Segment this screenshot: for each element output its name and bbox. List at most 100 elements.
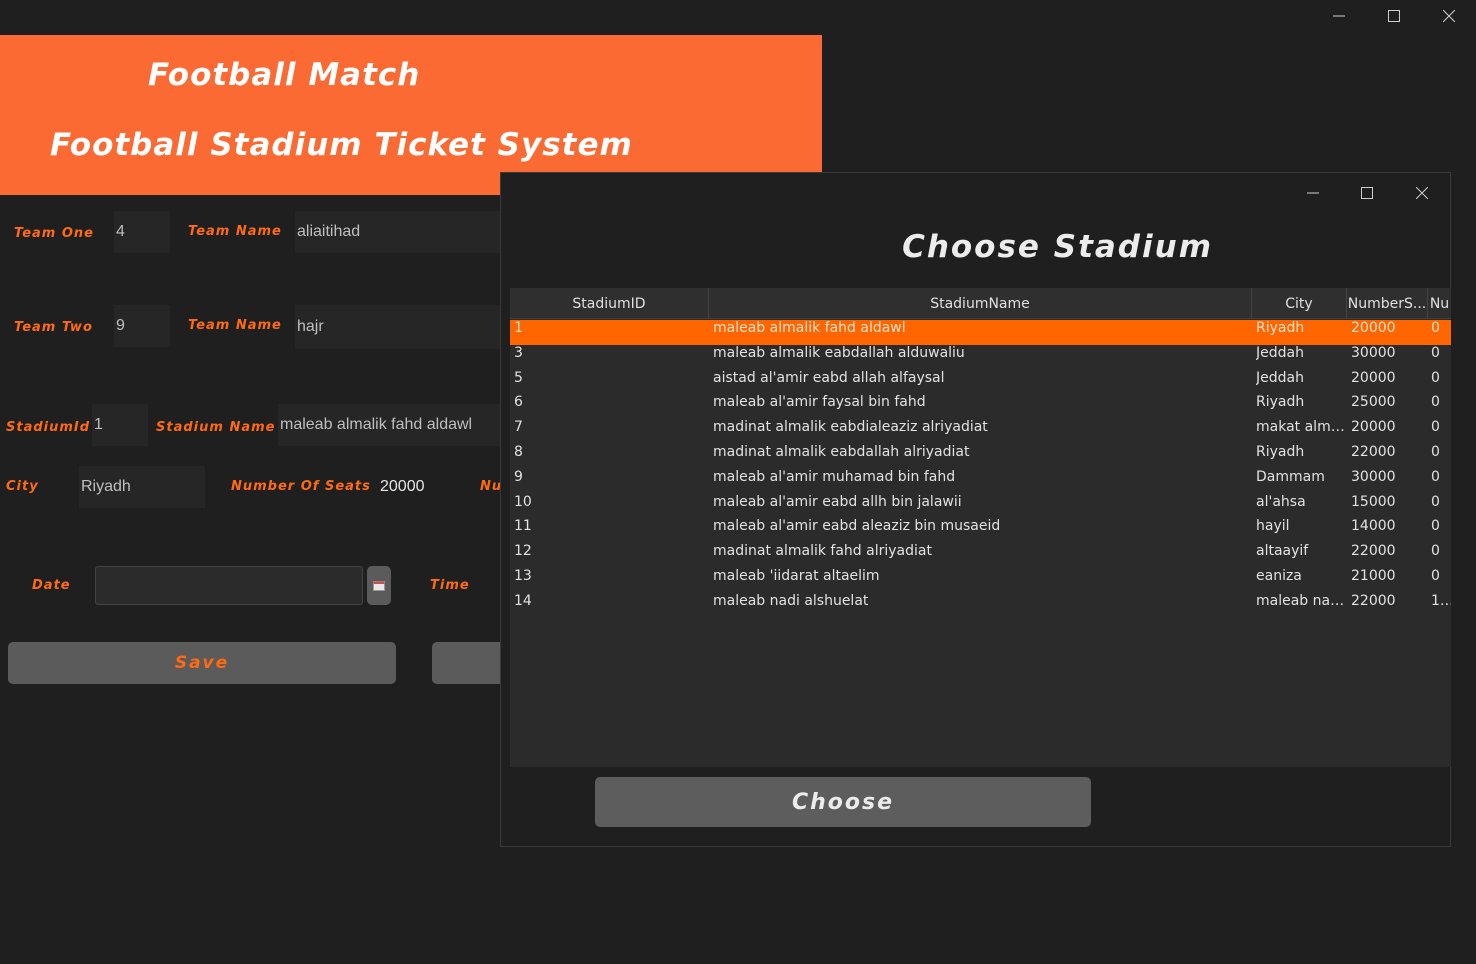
cell-stadium-name: maleab al'amir eabd aleaziz bin musaeid [713,518,1001,535]
close-icon [1443,10,1455,22]
cell-city: Riyadh [1256,444,1305,460]
dialog-minimize-button[interactable] [1290,177,1336,209]
cell-number-seats: 21000 [1351,568,1396,584]
cell-nu: 0 [1431,320,1440,336]
main-minimize-button[interactable] [1316,0,1362,32]
stadium-name-label: Stadium Name [156,420,276,435]
table-row[interactable]: 10 maleab al'amir eabd allh bin jalawii al… [510,494,1451,519]
table-row[interactable]: 3 maleab almalik eabdallah alduwaliu Jedda… [510,345,1451,370]
team-one-name-label: Team Name [188,224,282,239]
stadium-table[interactable]: StadiumID StadiumName City NumberS... Nu… [510,288,1451,767]
minimize-icon [1333,15,1345,17]
dialog-close-button[interactable] [1399,177,1445,209]
dialog-maximize-button[interactable] [1344,177,1390,209]
cell-number-seats: 25000 [1351,394,1396,411]
cell-number-seats: 20000 [1351,369,1396,386]
table-row[interactable]: 12 madinat almalik fahd alriyadiat altaayi… [510,543,1451,568]
cell-nu: 12( [1431,592,1451,609]
cell-number-seats: 20000 [1351,419,1396,436]
cell-stadium-name: maleab nadi alshuelat [713,592,869,609]
cell-nu: 0 [1431,394,1440,411]
date-picker-field[interactable] [95,566,363,605]
team-one-label: Team One [14,226,94,241]
main-maximize-button[interactable] [1371,0,1417,32]
cell-city: Riyadh [1256,320,1305,336]
column-header-stadium-name[interactable]: StadiumName [709,288,1252,319]
table-row[interactable]: 11 maleab al'amir eabd aleaziz bin musaei… [510,518,1451,543]
cell-stadium-id: 3 [514,344,523,361]
cell-city: Dammam [1256,468,1325,485]
stadium-id-field[interactable]: 1 [92,404,148,446]
number-of-seats-field[interactable]: 20000 [378,466,474,508]
app-title: Football Match [148,57,421,93]
column-header-number-seats[interactable]: NumberS... [1347,288,1428,319]
cell-nu: 0 [1431,543,1440,560]
save-button[interactable]: Save [8,642,396,684]
cell-nu: 0 [1431,344,1440,361]
cell-stadium-id: 1 [514,320,523,336]
cell-city: makat almu... [1256,419,1345,436]
table-row[interactable]: 5 aistad al'amir eabd allah alfaysal Jedda… [510,370,1451,395]
maximize-icon [1361,187,1373,199]
cell-stadium-id: 12 [514,543,532,560]
column-header-stadium-id[interactable]: StadiumID [510,288,709,319]
cell-city: Riyadh [1256,394,1305,411]
cell-nu: 0 [1431,518,1440,535]
table-row[interactable]: 1 maleab almalik fahd aldawl Riyadh 20000 0 [510,320,1451,345]
close-icon [1416,187,1428,199]
cell-stadium-id: 5 [514,369,523,386]
table-row[interactable]: 7 madinat almalik eabdialeaziz alriyadiat… [510,419,1451,444]
cell-stadium-id: 8 [514,444,523,460]
secondary-button[interactable] [432,642,500,684]
team-one-id-field[interactable]: 4 [114,211,170,253]
city-field[interactable]: Riyadh [79,466,205,508]
cell-nu: 0 [1431,568,1440,584]
column-header-nu[interactable]: Nu [1428,288,1451,319]
choose-button[interactable]: Choose [595,777,1091,827]
cell-stadium-name: maleab al'amir eabd allh bin jalawii [713,493,962,510]
cell-stadium-id: 6 [514,394,523,411]
main-close-button[interactable] [1426,0,1472,32]
cell-stadium-id: 14 [514,592,532,609]
cell-stadium-name: madinat almalik eabdialeaziz alriyadiat [713,419,988,436]
table-row[interactable]: 8 madinat almalik eabdallah alriyadiat Riy… [510,444,1451,469]
cell-city: maleab nadi... [1256,592,1345,609]
choose-stadium-dialog: Choose Stadium StadiumID StadiumName Cit… [500,172,1451,847]
table-row[interactable]: 13 maleab 'iidarat altaelim eaniza 21000 0 [510,568,1451,593]
header-banner: Football Match Football Stadium Ticket S… [0,35,822,195]
date-label: Date [32,578,71,593]
dialog-title: Choose Stadium [902,229,1213,265]
team-two-name-field[interactable]: hajr [295,305,500,349]
table-row[interactable]: 14 maleab nadi alshuelat maleab nadi... 220… [510,593,1451,618]
table-row[interactable]: 6 maleab al'amir faysal bin fahd Riyadh 250… [510,394,1451,419]
cell-stadium-id: 7 [514,419,523,436]
column-header-city[interactable]: City [1252,288,1347,319]
cell-stadium-name: madinat almalik eabdallah alriyadiat [713,444,970,460]
app-subtitle: Football Stadium Ticket System [50,127,633,163]
number-of-seats-label: Number Of Seats [231,479,371,494]
cell-number-seats: 15000 [1351,493,1396,510]
team-one-name-field[interactable]: aliaitihad [295,211,500,253]
cell-number-seats: 30000 [1351,468,1396,485]
cell-nu: 0 [1431,419,1440,436]
cell-number-seats: 22000 [1351,543,1396,560]
cell-stadium-name: maleab almalik eabdallah alduwaliu [713,344,965,361]
team-two-id-field[interactable]: 9 [114,305,170,347]
cell-nu: 0 [1431,369,1440,386]
table-header: StadiumID StadiumName City NumberS... Nu [510,288,1451,319]
date-picker-button[interactable] [367,566,391,605]
city-label: City [6,479,39,494]
cell-nu: 0 [1431,468,1440,485]
stadium-id-label: StadiumId [6,420,91,435]
team-two-name-label: Team Name [188,318,282,333]
table-row[interactable]: 9 maleab al'amir muhamad bin fahd Dammam 30… [510,469,1451,494]
cell-city: Jeddah [1256,344,1304,361]
cell-nu: 0 [1431,444,1440,460]
maximize-icon [1388,10,1400,22]
calendar-icon [373,581,385,591]
cell-number-seats: 22000 [1351,592,1396,609]
cell-stadium-id: 13 [514,568,532,584]
time-label: Time [430,578,470,593]
partial-number-label: Nu [480,479,500,494]
stadium-name-field[interactable]: maleab almalik fahd aldawl [278,404,500,446]
